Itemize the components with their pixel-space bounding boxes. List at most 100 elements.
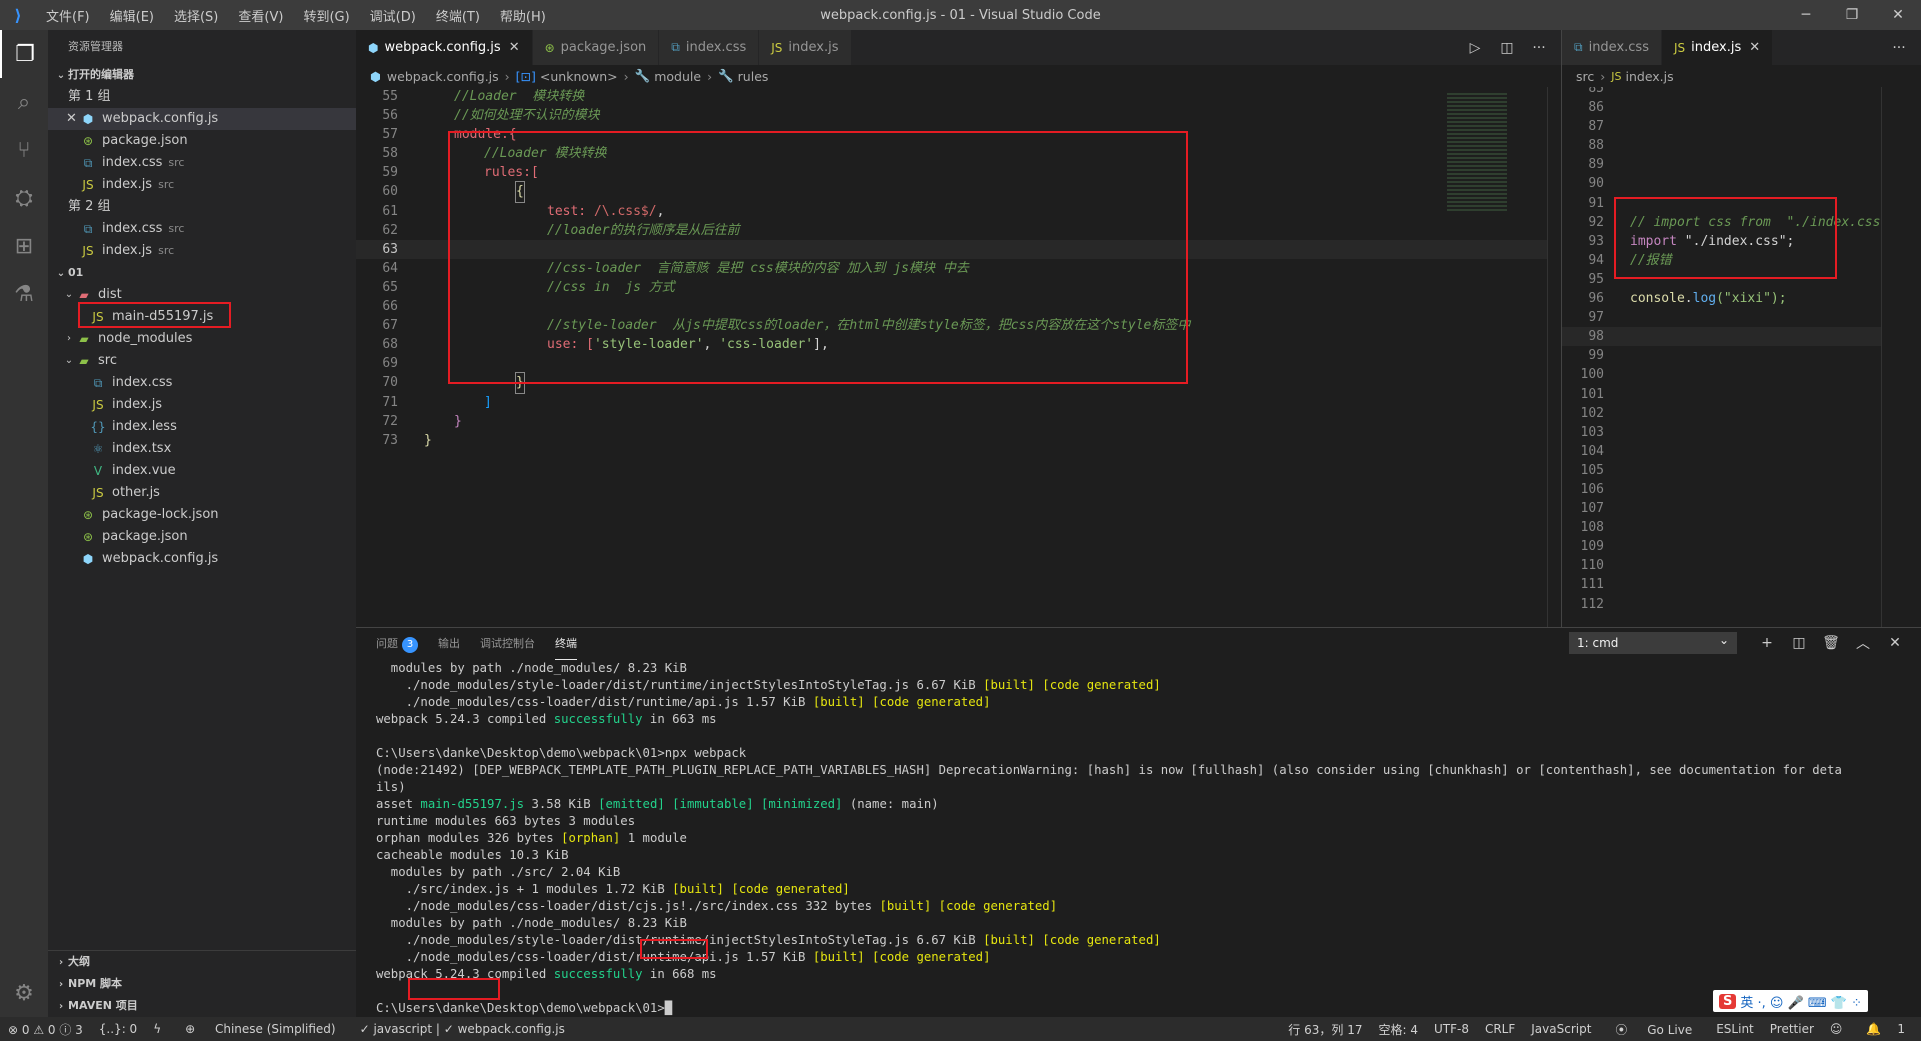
minimize-icon[interactable]: ─ bbox=[1783, 0, 1829, 30]
go-live-button[interactable]: ⦿ Go Live bbox=[1599, 1021, 1708, 1038]
terminal-select[interactable]: 1: cmd bbox=[1569, 629, 1737, 654]
extensions-icon[interactable]: ⊞ bbox=[0, 222, 48, 270]
tree-file[interactable]: {} index.less bbox=[48, 416, 356, 438]
folder-icon: ▰ bbox=[79, 288, 89, 302]
line-number: 111 bbox=[1580, 577, 1604, 593]
outline-header[interactable]: › 大纲 bbox=[48, 951, 356, 973]
js-icon: JS bbox=[92, 398, 104, 412]
end-of-line[interactable]: CRLF bbox=[1477, 1022, 1523, 1036]
tab-package-json[interactable]: ⊛ package.json bbox=[532, 30, 660, 65]
maximize-panel-icon[interactable]: ︿ bbox=[1847, 633, 1879, 653]
problems-status[interactable]: ⊗ 0 ⚠ 0 ⓘ 3 bbox=[0, 1021, 91, 1038]
more-actions-icon[interactable]: ··· bbox=[1523, 40, 1555, 56]
tab-index-js[interactable]: JS index.js ✕ bbox=[1661, 30, 1774, 65]
breadcrumb-item[interactable]: <unknown> bbox=[540, 69, 618, 84]
minimap[interactable] bbox=[1447, 87, 1547, 627]
open-editor-item[interactable]: ⊛ package.json bbox=[48, 130, 356, 152]
npm-scripts-header[interactable]: › NPM 脚本 bbox=[48, 973, 356, 995]
cursor-position[interactable]: 行 63，列 17 bbox=[1280, 1021, 1370, 1038]
menu-edit[interactable]: 编辑(E) bbox=[100, 6, 164, 25]
menu-file[interactable]: 文件(F) bbox=[36, 6, 100, 25]
tab-index-js[interactable]: JS index.js bbox=[759, 30, 852, 65]
maven-header[interactable]: › MAVEN 项目 bbox=[48, 995, 356, 1017]
tree-file[interactable]: JS other.js bbox=[48, 482, 356, 504]
vertical-scrollbar[interactable] bbox=[1547, 87, 1561, 627]
lightning-icon[interactable]: ϟ bbox=[145, 1022, 169, 1036]
tree-file[interactable]: ⊛ package-lock.json bbox=[48, 504, 356, 526]
tree-file-main[interactable]: JS main-d55197.js bbox=[48, 306, 356, 328]
sidebar-bottom-sections: › 大纲 › NPM 脚本 › MAVEN 项目 bbox=[48, 950, 356, 1017]
tab-debug-console[interactable]: 调试控制台 bbox=[480, 628, 535, 660]
ime-toolbar[interactable]: S 英 ·, ☺ 🎤 ⌨ 👕 ⁘ bbox=[1713, 990, 1869, 1012]
tab-index-css[interactable]: ⧉ index.css bbox=[1562, 30, 1662, 65]
breadcrumb-item[interactable]: index.js bbox=[1625, 69, 1673, 84]
tree-file[interactable]: ⚛ index.tsx bbox=[48, 438, 356, 460]
close-tab-icon[interactable]: ✕ bbox=[509, 40, 520, 55]
manage-gear-icon[interactable]: ⚙ bbox=[0, 969, 48, 1017]
open-editor-item[interactable]: ⧉ index.css src bbox=[48, 218, 356, 240]
tree-file[interactable]: ⧉ index.css bbox=[48, 372, 356, 394]
trash-icon[interactable]: 🗑 bbox=[1815, 635, 1847, 651]
json-icon: ⊛ bbox=[82, 508, 94, 522]
encoding[interactable]: UTF-8 bbox=[1426, 1022, 1477, 1036]
close-editor-icon[interactable]: ✕ bbox=[66, 108, 80, 130]
tree-folder-node-modules[interactable]: › ▰ node_modules bbox=[48, 328, 356, 350]
split-terminal-icon[interactable]: ◫ bbox=[1783, 635, 1815, 651]
menu-help[interactable]: 帮助(H) bbox=[490, 6, 556, 25]
open-editor-item[interactable]: JS index.js src bbox=[48, 174, 356, 196]
search-icon[interactable]: ⌕ bbox=[0, 78, 48, 126]
split-editor-icon[interactable]: ◫ bbox=[1491, 40, 1523, 56]
indentation[interactable]: 空格: 4 bbox=[1370, 1021, 1426, 1038]
menu-goto[interactable]: 转到(G) bbox=[293, 6, 359, 25]
breadcrumb-item[interactable]: rules bbox=[738, 69, 769, 84]
test-flask-icon[interactable]: ⚗ bbox=[0, 270, 48, 318]
close-panel-icon[interactable]: ✕ bbox=[1879, 635, 1911, 651]
menu-selection[interactable]: 选择(S) bbox=[164, 6, 228, 25]
prettier-status[interactable]: Prettier bbox=[1762, 1022, 1822, 1036]
breadcrumb-item[interactable]: src bbox=[1576, 69, 1594, 84]
menu-terminal[interactable]: 终端(T) bbox=[426, 6, 490, 25]
restore-icon[interactable]: ❐ bbox=[1829, 0, 1875, 30]
code-area[interactable]: 55 //Loader 模块转换 56 //如何处理不认识的模块 57 module:… bbox=[356, 87, 1561, 450]
close-icon[interactable]: ✕ bbox=[1875, 0, 1921, 30]
open-editor-item[interactable]: JS index.js src bbox=[48, 240, 356, 262]
menu-debug[interactable]: 调试(D) bbox=[360, 6, 426, 25]
tab-index-css[interactable]: ⧉ index.css bbox=[659, 30, 760, 65]
code-area[interactable]: 85 86 87 88 89 90 91 92 // import css fro… bbox=[1562, 87, 1921, 627]
tree-folder-dist[interactable]: ⌄ ▰ dist bbox=[48, 284, 356, 306]
tree-file[interactable]: ⊛ package.json bbox=[48, 526, 356, 548]
eslint-status[interactable]: ESLint bbox=[1708, 1022, 1762, 1036]
explorer-icon[interactable]: ❐ bbox=[0, 30, 48, 78]
tab-output[interactable]: 输出 bbox=[438, 628, 460, 660]
open-editors-header[interactable]: ⌄ 打开的编辑器 bbox=[48, 64, 356, 86]
more-actions-icon[interactable]: ··· bbox=[1883, 40, 1915, 56]
tab-problems[interactable]: 问题 3 bbox=[376, 628, 418, 660]
terminal-output[interactable]: modules by path ./node_modules/ 8.23 KiB… bbox=[376, 660, 1906, 1017]
open-editor-item[interactable]: ✕ ⬢ webpack.config.js bbox=[48, 108, 356, 130]
add-terminal-icon[interactable]: + bbox=[1751, 635, 1783, 651]
notifications[interactable]: 🔔 1 bbox=[1850, 1022, 1921, 1036]
tree-file[interactable]: ⬢ webpack.config.js bbox=[48, 548, 356, 570]
chevron-right-icon: › bbox=[707, 68, 713, 84]
tab-webpack-config[interactable]: ⬢ webpack.config.js ✕ bbox=[356, 30, 533, 65]
language-mode[interactable]: JavaScript bbox=[1523, 1022, 1599, 1036]
close-tab-icon[interactable]: ✕ bbox=[1749, 40, 1760, 55]
tab-terminal[interactable]: 终端 bbox=[555, 628, 577, 660]
bell-icon: 🔔 bbox=[1866, 1022, 1882, 1036]
js-check-status[interactable]: ✓ javascript | ✓ webpack.config.js bbox=[352, 1022, 573, 1036]
tree-folder-src[interactable]: ⌄ ▰ src bbox=[48, 350, 356, 372]
feedback-icon[interactable]: ☺ bbox=[1822, 1022, 1851, 1036]
braces-status[interactable]: {..}: 0 bbox=[91, 1022, 145, 1036]
tree-file[interactable]: Vindex.vue bbox=[48, 460, 356, 482]
tree-file[interactable]: JS index.js bbox=[48, 394, 356, 416]
minimap-scrollbar[interactable] bbox=[1881, 87, 1921, 627]
breadcrumb-item[interactable]: webpack.config.js bbox=[387, 69, 499, 84]
debug-icon[interactable]: ⛭ bbox=[0, 174, 48, 222]
run-icon[interactable]: ▷ bbox=[1459, 40, 1491, 56]
breadcrumb-item[interactable]: module bbox=[654, 69, 701, 84]
project-header[interactable]: ⌄ 01 bbox=[48, 262, 356, 284]
menu-view[interactable]: 查看(V) bbox=[228, 6, 293, 25]
open-editor-item[interactable]: ⧉ index.css src bbox=[48, 152, 356, 174]
language-pack-status[interactable]: ⊕ Chinese (Simplified) bbox=[169, 1022, 351, 1036]
source-control-icon[interactable]: ⑂ bbox=[0, 126, 48, 174]
